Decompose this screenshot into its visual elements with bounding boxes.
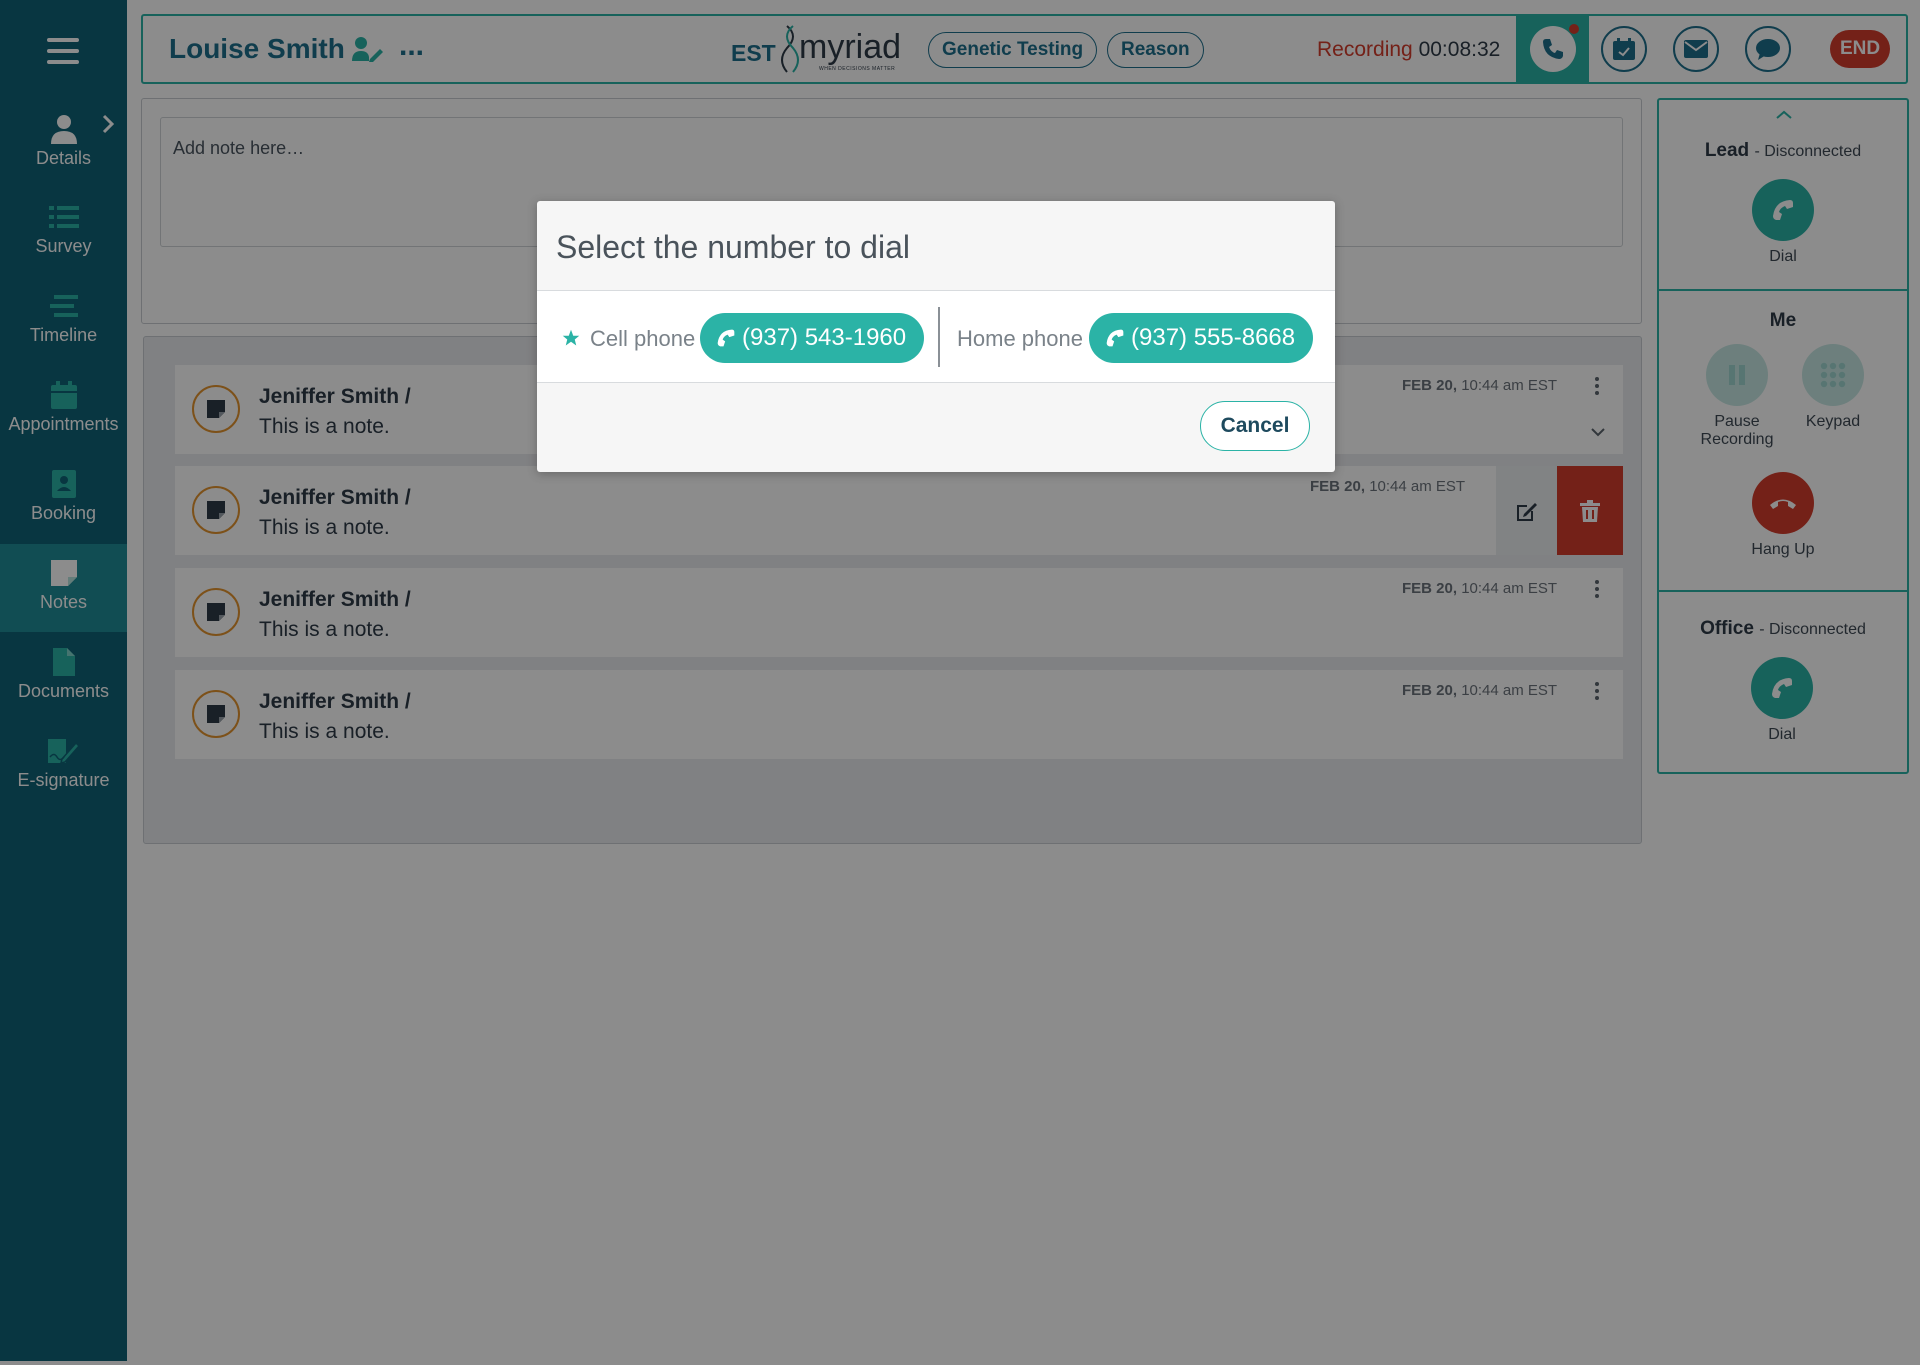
home-phone-label: Home phone	[957, 326, 1083, 351]
home-phone-number: (937) 555-8668	[1131, 324, 1296, 351]
phone-options: Cell phone (937) 543-1960 Home phone (93…	[537, 290, 1335, 383]
cell-phone-dial-button[interactable]: (937) 543-1960	[700, 313, 925, 363]
cell-phone-number: (937) 543-1960	[742, 324, 907, 351]
star-icon	[562, 329, 580, 346]
home-phone-dial-button[interactable]: (937) 555-8668	[1089, 313, 1314, 363]
cancel-button[interactable]: Cancel	[1200, 401, 1310, 451]
cell-phone-label: Cell phone	[590, 326, 696, 351]
modal-title: Select the number to dial	[556, 229, 910, 265]
options-divider	[938, 307, 940, 367]
phone-icon	[717, 329, 735, 347]
phone-icon	[1106, 329, 1124, 347]
dial-number-modal: Select the number to dial Cell phone (93…	[537, 201, 1335, 472]
